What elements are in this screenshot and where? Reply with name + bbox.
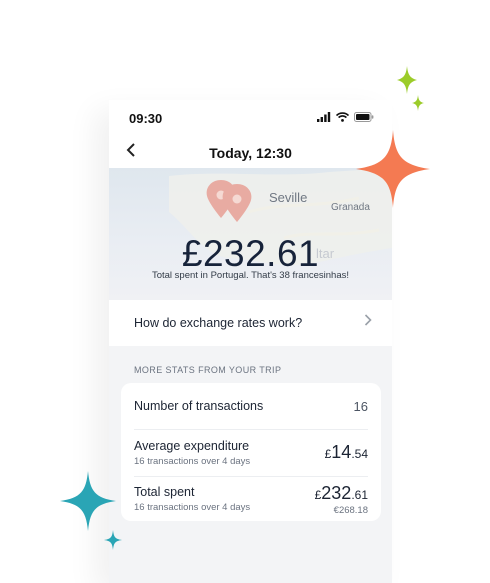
- total-value: £232.61: [315, 483, 368, 504]
- teal-sparkle-icon: [60, 471, 116, 531]
- average-value: £14.54: [325, 442, 368, 463]
- total-label: Total spent: [134, 485, 195, 499]
- transactions-value: 16: [353, 399, 368, 414]
- wifi-icon: [336, 112, 349, 122]
- total-sub: 16 transactions over 4 days: [134, 502, 251, 513]
- teal-sparkle-small-icon: [104, 530, 122, 550]
- total-amount: £232.61: [181, 233, 320, 274]
- chevron-right-icon: [364, 313, 372, 331]
- status-time: 09:30: [129, 111, 163, 126]
- total-whole: 232: [321, 483, 352, 503]
- total-row[interactable]: Total spent 16 transactions over 4 days …: [134, 476, 368, 521]
- exchange-rates-faq-row[interactable]: How do exchange rates work?: [109, 300, 392, 346]
- status-icons: [317, 112, 374, 122]
- faq-label: How do exchange rates work?: [134, 316, 303, 330]
- page-title: Today, 12:30: [209, 145, 292, 161]
- average-whole: 14: [331, 442, 352, 462]
- stats-card: Number of transactions 16 Average expend…: [121, 383, 381, 521]
- total-caption: Total spent in Portugal. That's 38 franc…: [151, 270, 350, 281]
- green-sparkle-small-icon: [412, 95, 424, 111]
- section-title: MORE STATS FROM YOUR TRIP: [134, 365, 282, 375]
- average-row[interactable]: Average expenditure 16 transactions over…: [134, 429, 368, 477]
- green-sparkle-icon: [397, 66, 417, 94]
- nav-bar: Today, 12:30: [109, 136, 392, 168]
- total-secondary-currency: €268.18: [333, 505, 368, 516]
- cellular-signal-icon: [317, 112, 331, 122]
- battery-icon: [354, 112, 374, 122]
- average-decimals: .54: [351, 447, 368, 461]
- phone-screen: 09:30 Today, 12:30 Seville Granada ltar …: [109, 100, 392, 583]
- status-bar: 09:30: [109, 100, 392, 136]
- transactions-label: Number of transactions: [134, 399, 264, 413]
- orange-sparkle-icon: [356, 130, 430, 208]
- average-label: Average expenditure: [134, 439, 250, 453]
- total-decimals: .61: [351, 488, 368, 502]
- transactions-row[interactable]: Number of transactions 16: [134, 383, 368, 430]
- map-label-seville: Seville: [269, 190, 308, 205]
- average-sub: 16 transactions over 4 days: [134, 456, 251, 467]
